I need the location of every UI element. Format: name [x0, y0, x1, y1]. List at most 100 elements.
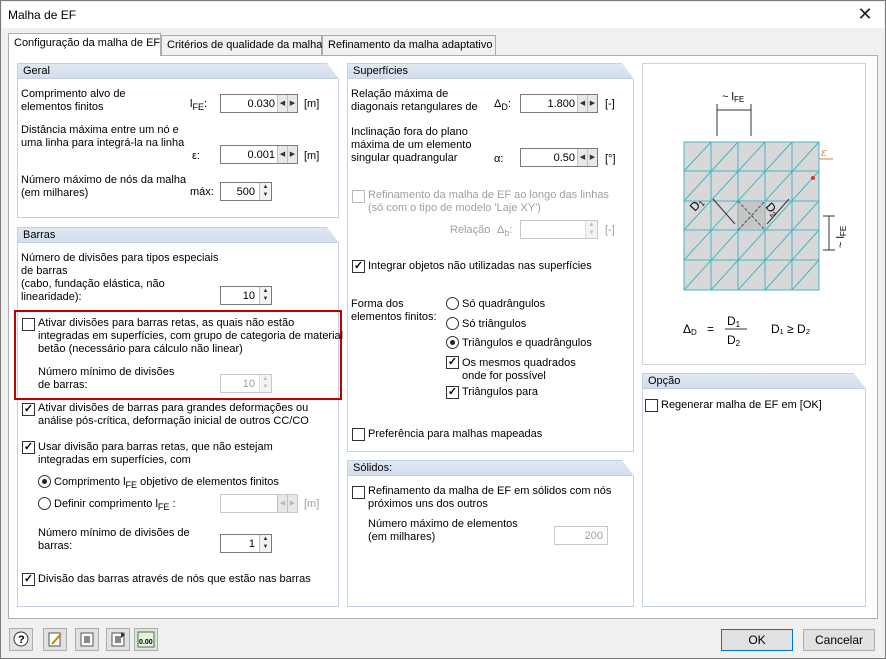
radio-target-length[interactable] — [38, 475, 51, 488]
mapped-label: Preferência para malhas mapeadas — [368, 428, 543, 440]
tab-adaptive-refinement[interactable]: Refinamento da malha adaptativo — [322, 35, 496, 55]
same-squares-checkbox[interactable]: ✓ — [446, 356, 459, 369]
activate-straight-label: Ativar divisões para barras retas, as qu… — [38, 317, 344, 355]
increment-icon[interactable]: ▶ — [587, 95, 597, 112]
solid-refine-label: Refinamento da malha de EF em sólidos co… — [368, 485, 612, 510]
group-header: Barras — [18, 227, 339, 243]
radio-define-length[interactable] — [38, 497, 51, 510]
formula-condition: D₁ ≥ D₂ — [771, 322, 811, 336]
spin-buttons[interactable]: ▲ ▼ — [259, 535, 271, 552]
cancel-button[interactable]: Cancelar — [803, 629, 875, 651]
large-deform-checkbox[interactable]: ✓ — [22, 403, 35, 416]
target-length-input[interactable]: 0.030 ◀ ▶ — [220, 94, 298, 113]
export-button[interactable] — [106, 628, 130, 651]
spin-buttons[interactable]: ▲ ▼ — [259, 183, 271, 200]
mapped-checkbox[interactable] — [352, 428, 365, 441]
decrement-icon[interactable]: ◀ — [577, 95, 587, 112]
relation-symbol: Δb: — [497, 224, 513, 239]
max-nodes-input[interactable]: 500 ▲ ▼ — [220, 182, 272, 201]
special-divisions-label: Número de divisões para tipos especiais … — [21, 252, 219, 303]
units-icon: 0.00 — [137, 631, 155, 648]
increment-icon[interactable]: ▶ — [287, 146, 297, 163]
tab-quality-criteria[interactable]: Critérios de qualidade da malha — [161, 35, 322, 55]
radio-only-quads-label: Só quadrângulos — [462, 298, 546, 310]
max-elements-input[interactable]: 200 — [554, 526, 608, 545]
target-length-label: Comprimento alvo de elementos finitos — [21, 88, 126, 113]
tab-label: Refinamento da malha adaptativo — [328, 39, 493, 51]
tab-label: Critérios de qualidade da malha — [167, 39, 323, 51]
spin-buttons[interactable]: ▲ ▼ — [259, 375, 271, 392]
define-length-input[interactable]: ◀ ▶ — [220, 494, 298, 513]
offset-node — [811, 176, 815, 180]
relation-input[interactable]: ▲ ▼ — [520, 220, 598, 239]
use-division-checkbox[interactable]: ✓ — [22, 441, 35, 454]
use-division-label: Usar divisão para barras retas, que não … — [38, 441, 273, 466]
group-header: Superfícies — [348, 63, 634, 79]
min-div2-input[interactable]: 1 ▲ ▼ — [220, 534, 272, 553]
import-button[interactable] — [75, 628, 99, 651]
decrement-icon[interactable]: ◀ — [277, 146, 287, 163]
ratio-label: Relação máxima de diagonais retangulares… — [351, 88, 478, 113]
edit-button[interactable] — [43, 628, 67, 651]
increment-icon[interactable]: ▶ — [287, 95, 297, 112]
inclination-unit: [°] — [605, 153, 616, 165]
shape-label: Forma dos elementos finitos: — [351, 298, 437, 323]
solid-refine-checkbox[interactable] — [352, 486, 365, 499]
max-distance-label: Distância máxima entre um nó e uma linha… — [21, 124, 185, 149]
ratio-input[interactable]: 1.800 ◀ ▶ — [520, 94, 598, 113]
group-header: Geral — [18, 63, 339, 79]
group-header: Opção — [643, 373, 866, 389]
activate-straight-checkbox[interactable] — [22, 318, 35, 331]
radio-only-quads[interactable] — [446, 297, 459, 310]
triangles-for-label: Triângulos para — [462, 386, 539, 398]
increment-icon[interactable]: ▶ — [587, 149, 597, 166]
min-divisions-label: Número mínimo de divisões de barras: — [38, 366, 175, 391]
max-distance-unit: [m] — [304, 150, 320, 162]
regenerate-checkbox[interactable] — [645, 399, 658, 412]
tab-label: Configuração da malha de EF — [14, 37, 161, 49]
decrement-icon[interactable]: ◀ — [577, 149, 587, 166]
relation-unit: [-] — [605, 224, 615, 236]
large-deform-label: Ativar divisões de barras para grandes d… — [38, 402, 309, 427]
formula-num: D1 — [727, 314, 741, 329]
close-icon[interactable]: ✕ — [854, 4, 876, 25]
integrate-checkbox[interactable]: ✓ — [352, 260, 365, 273]
units-button[interactable]: 0.00 — [134, 628, 158, 651]
ratio-symbol: ΔD: — [494, 98, 511, 113]
formula-eq: = — [707, 322, 714, 336]
max-distance-input[interactable]: 0.001 ◀ ▶ — [220, 145, 298, 164]
spin-buttons[interactable]: ▲ ▼ — [585, 221, 597, 238]
refine-lines-checkbox[interactable] — [352, 190, 365, 203]
increment-icon[interactable]: ▶ — [287, 495, 297, 512]
inclination-input[interactable]: 0.50 ◀ ▶ — [520, 148, 598, 167]
nodes-division-checkbox[interactable]: ✓ — [22, 573, 35, 586]
ok-button[interactable]: OK — [721, 629, 793, 651]
inclination-symbol: α: — [494, 153, 504, 165]
radio-define-length-label: Definir comprimento lFE : — [54, 498, 176, 513]
export-icon — [111, 632, 125, 647]
spin-buttons[interactable]: ▲ ▼ — [259, 287, 271, 304]
lfe-text: ~ lFE — [722, 91, 744, 104]
mesh-diagram-panel: ε ~ lFE ~ lFE D1 D2 ΔD = D1 D2 D₁ ≥ D₂ — [642, 63, 866, 365]
max-nodes-symbol: máx: — [190, 186, 214, 198]
radio-only-triangles[interactable] — [446, 317, 459, 330]
special-divisions-input[interactable]: 10 ▲ ▼ — [220, 286, 272, 305]
radio-tri-quads[interactable] — [446, 336, 459, 349]
triangles-for-checkbox[interactable]: ✓ — [446, 386, 459, 399]
mesh-diagram: ε ~ lFE ~ lFE D1 D2 ΔD = D1 D2 D₁ ≥ D₂ — [683, 91, 848, 348]
help-button[interactable]: ? — [9, 628, 33, 651]
window-title: Malha de EF — [8, 8, 77, 22]
relation-label: Relação — [450, 224, 491, 236]
svg-text:?: ? — [18, 634, 25, 646]
inclination-label: Inclinação fora do plano máxima de um el… — [351, 126, 472, 164]
svg-text:0.00: 0.00 — [139, 639, 153, 646]
lfe-vertical-text: ~ lFE — [835, 226, 848, 248]
help-icon: ? — [13, 631, 29, 647]
decrement-icon[interactable]: ◀ — [277, 95, 287, 112]
ratio-unit: [-] — [605, 98, 615, 110]
min-divisions-input[interactable]: 10 ▲ ▼ — [220, 374, 272, 393]
tab-mesh-config[interactable]: Configuração da malha de EF — [8, 33, 161, 56]
target-length-unit: [m] — [304, 98, 320, 110]
formula-den: D2 — [727, 333, 741, 348]
decrement-icon[interactable]: ◀ — [277, 495, 287, 512]
